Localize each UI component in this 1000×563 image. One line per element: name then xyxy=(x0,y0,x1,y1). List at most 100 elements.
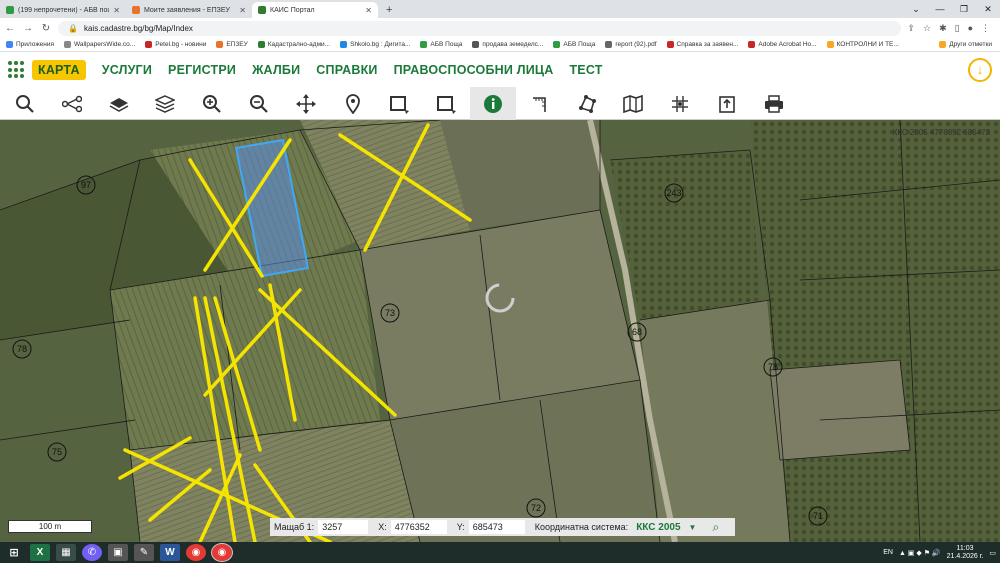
bookmark-label: КОНТРОЛНИ И ТЕ... xyxy=(837,41,899,48)
download-icon[interactable]: ↓ xyxy=(968,58,992,82)
measure-tool-button[interactable] xyxy=(517,87,563,120)
layers-tree-tool-button[interactable] xyxy=(49,87,95,120)
bookmark-item[interactable]: Справка за заявен... xyxy=(667,41,739,48)
sidebar-icon[interactable]: ▯ xyxy=(955,23,960,34)
tray-icons[interactable]: ▲ ▣ ◆ ⚑ 🔊 xyxy=(899,549,941,557)
zoom-out-tool-button[interactable] xyxy=(236,87,282,120)
bookmark-item[interactable]: продава земеделс... xyxy=(472,41,543,48)
close-icon[interactable]: ✕ xyxy=(113,6,120,15)
maximize-icon[interactable]: ❐ xyxy=(952,0,976,18)
app2-icon[interactable]: ✎ xyxy=(134,544,154,561)
share-icon[interactable]: ⇪ xyxy=(907,23,915,34)
info-tool-button[interactable] xyxy=(470,87,516,120)
browser-tab-mail[interactable]: (199 непрочетени) - АБВ поща ✕ xyxy=(0,2,126,18)
file-explorer-icon[interactable]: ▦ xyxy=(56,544,76,561)
start-icon[interactable]: ⊞ xyxy=(4,544,24,561)
language-indicator[interactable]: EN xyxy=(883,549,893,556)
marker-tool-button[interactable] xyxy=(330,87,376,120)
menu-item-0[interactable]: КАРТА xyxy=(32,60,86,80)
parcel-number: 72 xyxy=(531,503,541,513)
notifications-icon[interactable]: ▭ xyxy=(989,549,996,557)
bookmark-icon xyxy=(827,41,834,48)
bookmark-label: WallpapersWide.co... xyxy=(74,41,135,48)
parcel-number: 243 xyxy=(666,188,681,198)
bookmark-item[interactable]: ЕПЗЕУ xyxy=(216,41,247,48)
bookmark-item[interactable]: КОНТРОЛНИ И ТЕ... xyxy=(827,41,899,48)
apps-grid-icon[interactable] xyxy=(8,61,26,79)
zoom-out-icon xyxy=(249,94,269,114)
extension-icon[interactable]: ✱ xyxy=(939,23,947,34)
close-icon[interactable]: ✕ xyxy=(239,6,246,15)
menu-item-3[interactable]: ЖАЛБИ xyxy=(252,63,300,77)
coordinate-system-select[interactable]: ККС 2005 xyxy=(632,522,684,533)
app-icon[interactable]: ▣ xyxy=(108,544,128,561)
stack-tool-button[interactable] xyxy=(142,87,188,120)
browser-actions: ⇪ ☆ ✱ ▯ ● ⋮ xyxy=(907,23,996,34)
map-view[interactable]: 97 243 73 68 78 75 72 71 78 ККС 2005 477… xyxy=(0,120,1000,542)
bookmark-label: АБВ Поща xyxy=(430,41,462,48)
bookmark-item[interactable]: АБВ Поща xyxy=(553,41,595,48)
chrome-active-icon[interactable]: ◉ xyxy=(212,544,232,561)
bookmark-item[interactable]: Други отметки xyxy=(939,41,992,48)
back-icon[interactable]: ← xyxy=(4,23,16,34)
select-area-tool-button[interactable] xyxy=(423,87,469,120)
minimize-icon[interactable]: — xyxy=(928,0,952,18)
bookmark-item[interactable]: Shkolo.bg : Дигита... xyxy=(340,41,410,48)
menu-item-6[interactable]: ТЕСТ xyxy=(569,63,602,77)
word-icon[interactable]: W xyxy=(160,544,180,561)
viber-icon[interactable]: ✆ xyxy=(82,544,102,561)
bookmark-item[interactable]: Petel.bg - новини xyxy=(145,41,206,48)
bookmark-icon xyxy=(145,41,152,48)
new-tab-button[interactable]: + xyxy=(378,2,400,18)
bookmark-item[interactable]: Приложения xyxy=(6,41,54,48)
browser-tab-bar: (199 непрочетени) - АБВ поща ✕ Моите зая… xyxy=(0,0,1000,18)
map-canvas[interactable]: 97 243 73 68 78 75 72 71 78 xyxy=(0,120,1000,542)
bookmark-item[interactable]: report (92).pdf xyxy=(605,41,656,48)
bookmark-item[interactable]: АБВ Поща xyxy=(420,41,462,48)
menu-item-5[interactable]: ПРАВОСПОСОБНИ ЛИЦА xyxy=(394,63,554,77)
map-tool-button[interactable] xyxy=(610,87,656,120)
x-coordinate-input[interactable]: 4776352 xyxy=(391,520,447,534)
search-tool-button[interactable] xyxy=(2,87,48,120)
kebab-menu-icon[interactable]: ⋮ xyxy=(981,23,990,34)
bookmark-item[interactable]: WallpapersWide.co... xyxy=(64,41,135,48)
profile-avatar[interactable]: ● xyxy=(968,23,973,34)
print-icon xyxy=(764,94,784,114)
bookmark-item[interactable]: Кадастрално-адми... xyxy=(258,41,330,48)
browser-tab-kais[interactable]: КАИС Портал ✕ xyxy=(252,2,378,18)
print-tool-button[interactable] xyxy=(751,87,797,120)
select-rect-tool-button[interactable] xyxy=(376,87,422,120)
menu-item-1[interactable]: УСЛУГИ xyxy=(102,63,152,77)
export-icon xyxy=(717,94,737,114)
menu-item-2[interactable]: РЕГИСТРИ xyxy=(168,63,236,77)
measure-icon xyxy=(530,94,550,114)
y-coordinate-input[interactable]: 685473 xyxy=(469,520,525,534)
excel-icon[interactable]: X xyxy=(30,544,50,561)
scale-input[interactable]: 3257 xyxy=(318,520,368,534)
chevron-down-icon[interactable]: ⌄ xyxy=(904,0,928,18)
url-input[interactable]: 🔒 kais.cadastre.bg/bg/Map/Index xyxy=(58,21,901,36)
menu-item-4[interactable]: СПРАВКИ xyxy=(316,63,377,77)
grid-tool-button[interactable] xyxy=(657,87,703,120)
browser-tab-epzeu[interactable]: Моите заявления - ЕПЗЕУ ✕ xyxy=(126,2,252,18)
close-window-icon[interactable]: ✕ xyxy=(976,0,1000,18)
forward-icon[interactable]: → xyxy=(22,23,34,34)
close-icon[interactable]: ✕ xyxy=(365,6,372,15)
bookmark-item[interactable]: Adobe Acrobat Ho... xyxy=(748,41,816,48)
export-tool-button[interactable] xyxy=(704,87,750,120)
search-coordinates-icon[interactable]: ⌕ xyxy=(712,520,719,535)
clock[interactable]: 11:03 21.4.2026 г. xyxy=(947,545,984,561)
pan-tool-button[interactable] xyxy=(283,87,329,120)
polygon-tool-button[interactable] xyxy=(564,87,610,120)
zoom-in-tool-button[interactable] xyxy=(189,87,235,120)
pan-icon xyxy=(296,94,316,114)
svg-text:78: 78 xyxy=(17,344,27,354)
reload-icon[interactable]: ↻ xyxy=(40,23,52,34)
map-toolbar xyxy=(0,87,1000,120)
layer-icon xyxy=(109,94,129,114)
field-parcel xyxy=(640,300,790,542)
layer-tool-button[interactable] xyxy=(96,87,142,120)
caret-down-icon[interactable]: ▼ xyxy=(689,523,697,532)
chrome-icon[interactable]: ◉ xyxy=(186,544,206,561)
star-icon[interactable]: ☆ xyxy=(923,23,931,34)
